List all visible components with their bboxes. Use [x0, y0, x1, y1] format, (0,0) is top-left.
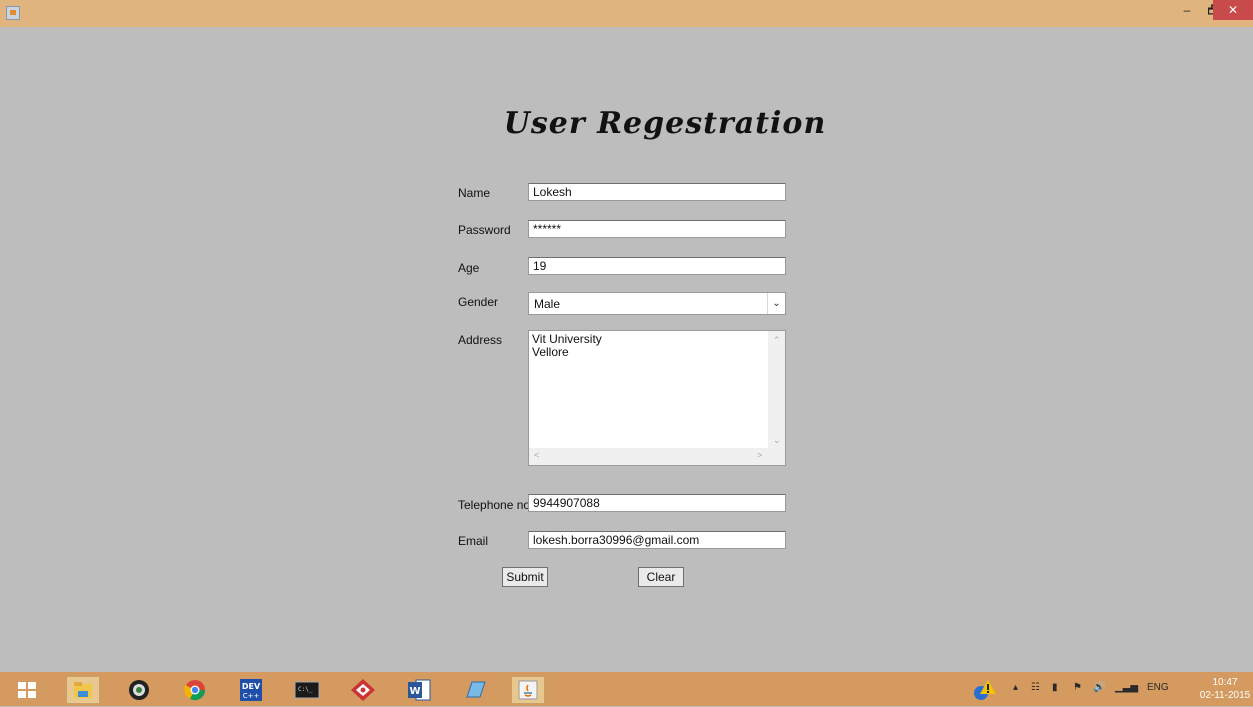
- svg-text:DEV: DEV: [242, 682, 261, 691]
- clock[interactable]: 10:47 02-11-2015: [1199, 676, 1251, 702]
- telephone-label: Telephone no: [458, 498, 531, 512]
- minimize-button[interactable]: –: [1174, 0, 1200, 20]
- scroll-left-icon[interactable]: <: [534, 450, 539, 460]
- gender-select[interactable]: Male ⌄: [528, 292, 786, 315]
- telephone-input[interactable]: 9944907088: [528, 494, 786, 512]
- file-explorer-icon[interactable]: [66, 676, 100, 704]
- flag-icon[interactable]: ⚑: [1073, 682, 1082, 693]
- java-app-icon: [6, 6, 20, 20]
- scroll-right-icon[interactable]: >: [757, 450, 762, 460]
- svg-text:C:\_: C:\_: [298, 686, 313, 693]
- app-icon[interactable]: [346, 676, 380, 704]
- language-indicator[interactable]: ENG: [1147, 682, 1169, 693]
- gender-selected-value: Male: [534, 297, 561, 311]
- word-icon[interactable]: W: [402, 676, 436, 704]
- submit-button[interactable]: Submit: [502, 567, 548, 587]
- volume-icon[interactable]: 🔊: [1093, 682, 1105, 693]
- chrome-icon[interactable]: [178, 676, 212, 704]
- svg-text:W: W: [409, 686, 420, 697]
- scroll-down-icon[interactable]: ⌄: [773, 435, 781, 446]
- network-warning-icon[interactable]: [972, 678, 1000, 702]
- password-input[interactable]: ******: [528, 220, 786, 238]
- signal-icon[interactable]: ▁▃▅: [1115, 682, 1138, 693]
- name-input[interactable]: Lokesh: [528, 183, 786, 201]
- password-label: Password: [458, 223, 511, 237]
- gender-label: Gender: [458, 295, 499, 309]
- address-textarea[interactable]: Vit University Vellore ⌃ ⌄ < >: [528, 330, 786, 466]
- clear-button[interactable]: Clear: [638, 567, 684, 587]
- chevron-down-icon[interactable]: ⌄: [767, 293, 785, 314]
- clock-time: 10:47: [1212, 677, 1238, 688]
- email-input[interactable]: lokesh.borra30996@gmail.com: [528, 531, 786, 549]
- close-button[interactable]: ✕: [1213, 0, 1253, 20]
- dev-icon[interactable]: DEV C++: [234, 676, 268, 704]
- notepad-icon[interactable]: [458, 676, 492, 704]
- start-icon[interactable]: [10, 676, 44, 704]
- scroll-up-icon[interactable]: ⌃: [773, 335, 781, 346]
- age-input[interactable]: 19: [528, 257, 786, 275]
- window-titlebar: – 🗗 ✕: [0, 0, 1253, 27]
- tray-app-icon[interactable]: ☷: [1031, 682, 1040, 693]
- clock-date: 02-11-2015: [1199, 690, 1251, 701]
- horizontal-scrollbar[interactable]: < >: [529, 448, 768, 465]
- cmd-icon[interactable]: C:\_: [290, 676, 324, 704]
- svg-text:C++: C++: [243, 692, 260, 700]
- camera-icon[interactable]: [122, 676, 156, 704]
- age-label: Age: [458, 261, 480, 275]
- java-icon[interactable]: [511, 676, 545, 704]
- show-hidden-icons-icon[interactable]: ▴: [1013, 682, 1018, 693]
- vertical-scrollbar[interactable]: ⌃ ⌄: [768, 331, 785, 450]
- form-title: User Regestration: [503, 106, 827, 141]
- scrollbar-corner: [768, 448, 785, 465]
- name-label: Name: [458, 186, 491, 200]
- battery-icon[interactable]: ▮: [1052, 682, 1058, 693]
- email-label: Email: [458, 534, 489, 548]
- address-text[interactable]: Vit University Vellore: [532, 333, 602, 359]
- address-label: Address: [458, 333, 503, 347]
